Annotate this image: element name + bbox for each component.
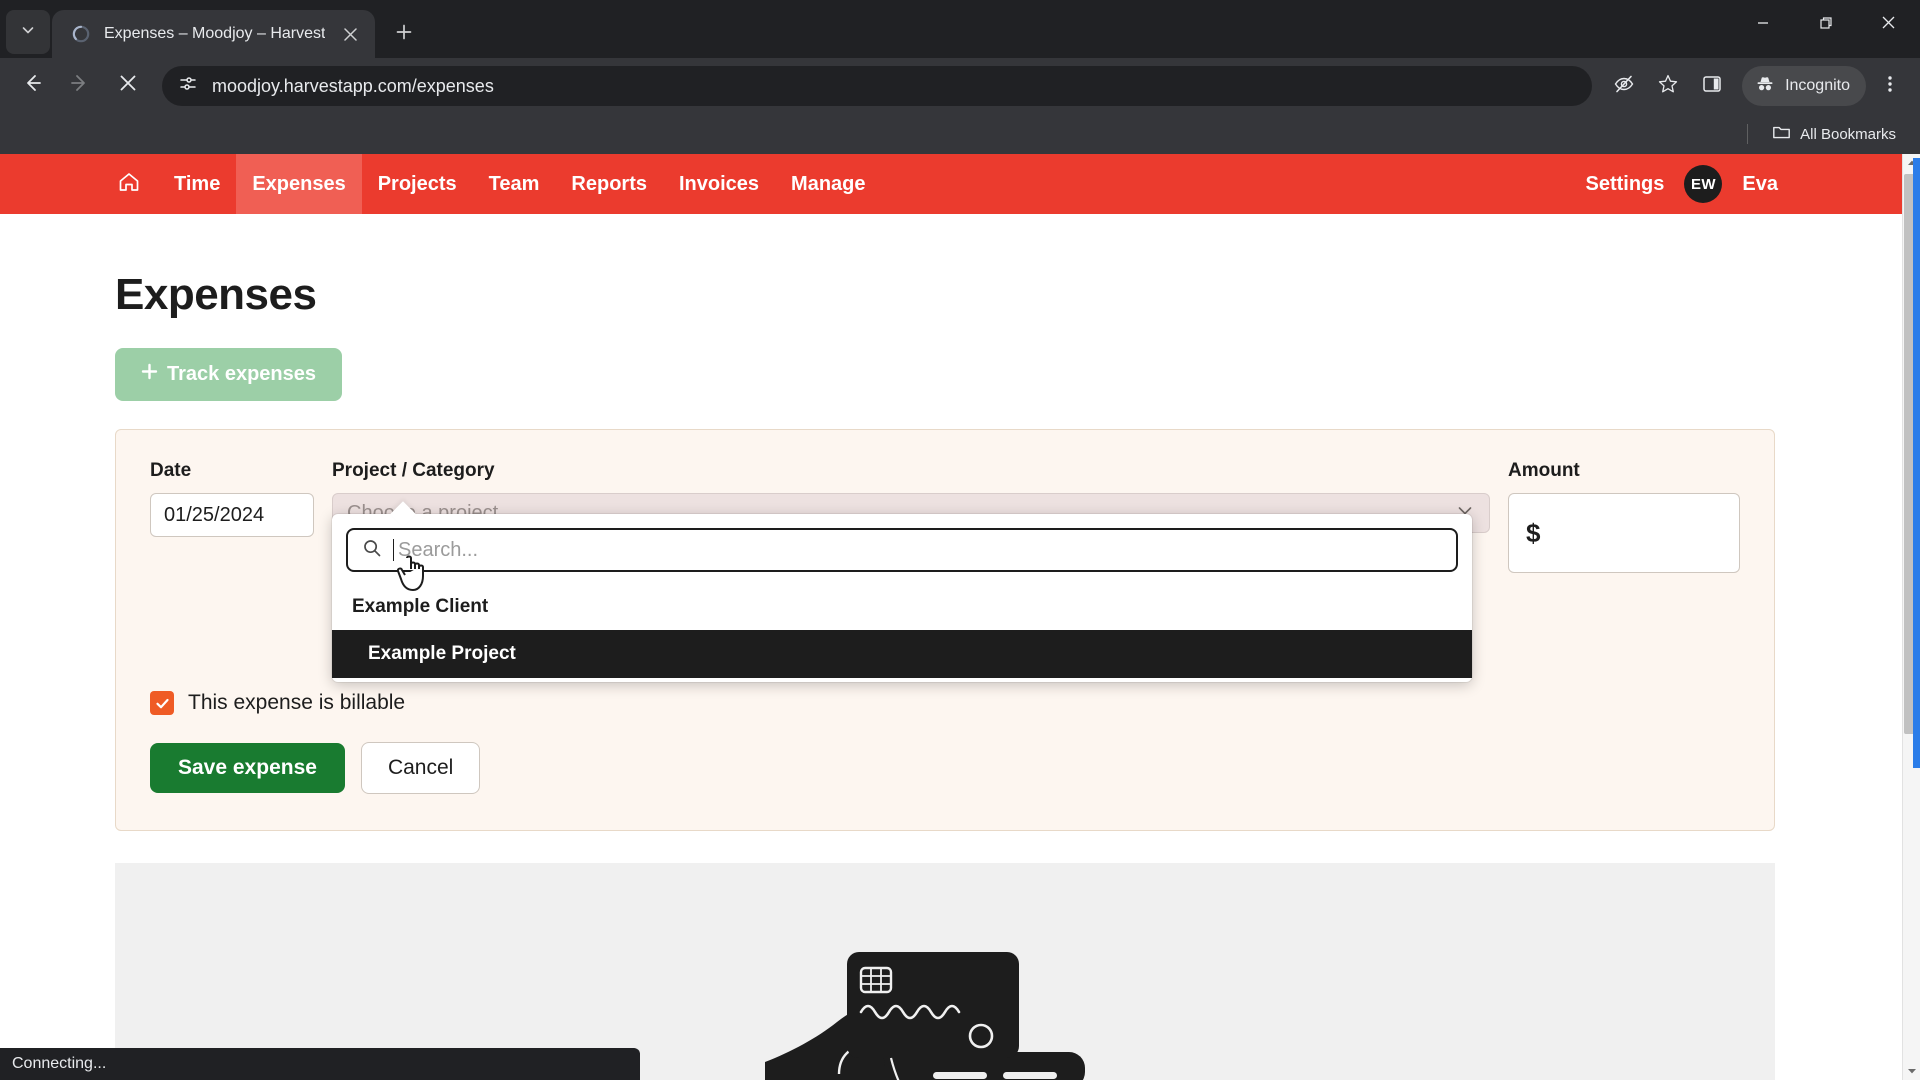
- loading-spinner-icon: [70, 23, 92, 45]
- status-bubble: Connecting...: [0, 1048, 640, 1080]
- tab-strip: Expenses – Moodjoy – Harvest: [0, 0, 1920, 58]
- tab-search-button[interactable]: [6, 10, 50, 54]
- track-expenses-label: Track expenses: [167, 363, 316, 385]
- page-content: Expenses Track expenses Date 01/25/2024: [0, 214, 1902, 1080]
- search-icon: [362, 538, 382, 563]
- harvest-app: Time Expenses Projects Team Reports Invo…: [0, 154, 1902, 1080]
- nav-settings-link[interactable]: Settings: [1584, 154, 1667, 214]
- close-icon[interactable]: [337, 21, 363, 47]
- page-viewport: Time Expenses Projects Team Reports Invo…: [0, 154, 1920, 1080]
- project-dropdown-panel: Search... Example Client Example Project: [332, 514, 1472, 682]
- nav-item-expenses[interactable]: Expenses: [236, 154, 362, 214]
- nav-item-time[interactable]: Time: [158, 154, 236, 214]
- dropdown-option-example-project[interactable]: Example Project: [332, 630, 1472, 678]
- amount-label: Amount: [1508, 460, 1580, 481]
- close-icon: [1881, 15, 1896, 35]
- bookmark-button[interactable]: [1648, 66, 1688, 106]
- cancel-button[interactable]: Cancel: [360, 742, 481, 794]
- expense-form-row: Date 01/25/2024 Project / Category Choos…: [150, 460, 1740, 682]
- window-controls: [1731, 0, 1920, 50]
- browser-toolbar: moodjoy.harvestapp.com/expenses Incognit…: [0, 58, 1920, 114]
- scrollbar-focus-ring: [1913, 158, 1920, 768]
- incognito-label: Incognito: [1785, 77, 1850, 94]
- search-placeholder: Search...: [398, 538, 479, 561]
- billable-label: This expense is billable: [188, 691, 406, 714]
- harvest-main-nav: Time Expenses Projects Team Reports Invo…: [0, 154, 1902, 214]
- nav-item-projects[interactable]: Projects: [362, 154, 473, 214]
- nav-right-section: Settings EW Eva: [1584, 154, 1781, 214]
- chevron-down-icon: [20, 22, 36, 43]
- new-tab-button[interactable]: [385, 15, 423, 53]
- star-icon: [1657, 73, 1679, 100]
- dropdown-group-label: Example Client: [352, 596, 489, 617]
- save-expense-button[interactable]: Save expense: [150, 743, 345, 793]
- incognito-hat-icon: [1754, 73, 1776, 100]
- three-dot-menu-icon: [1880, 74, 1900, 99]
- text-caret: [393, 539, 394, 561]
- stop-loading-button[interactable]: [106, 64, 150, 108]
- folder-icon: [1772, 123, 1791, 146]
- form-actions: Save expense Cancel: [150, 742, 1740, 794]
- all-bookmarks-label: All Bookmarks: [1800, 125, 1896, 143]
- address-bar[interactable]: moodjoy.harvestapp.com/expenses: [162, 66, 1593, 106]
- avatar[interactable]: EW: [1684, 165, 1723, 203]
- nav-home-button[interactable]: [108, 169, 150, 200]
- url-text: moodjoy.harvestapp.com/expenses: [212, 75, 494, 96]
- expense-form-card: Date 01/25/2024 Project / Category Choos…: [115, 429, 1775, 831]
- date-label: Date: [150, 460, 192, 481]
- restore-icon: [1819, 16, 1833, 35]
- side-panel-button[interactable]: [1692, 66, 1732, 106]
- page-settings-icon[interactable]: [178, 74, 198, 99]
- track-expenses-button[interactable]: Track expenses: [115, 348, 342, 401]
- home-icon: [116, 169, 142, 200]
- browser-window: Expenses – Moodjoy – Harvest moodjoy.har…: [0, 0, 1920, 1080]
- hand-holding-credit-card-illustration: [765, 934, 1125, 1080]
- billable-checkbox[interactable]: [150, 691, 174, 715]
- browser-tab[interactable]: Expenses – Moodjoy – Harvest: [52, 10, 376, 58]
- date-value: 01/25/2024: [164, 503, 265, 526]
- date-input[interactable]: 01/25/2024: [150, 493, 314, 537]
- amount-input[interactable]: $: [1508, 493, 1740, 573]
- project-field-group: Project / Category Choose a project... S…: [332, 460, 1490, 682]
- side-panel-icon: [1702, 74, 1722, 99]
- tracking-protection-button[interactable]: [1604, 66, 1644, 106]
- incognito-indicator[interactable]: Incognito: [1742, 66, 1866, 106]
- minimize-button[interactable]: [1731, 0, 1794, 50]
- bookmarks-separator: [1747, 124, 1749, 144]
- date-field-group: Date 01/25/2024: [150, 460, 314, 537]
- tab-title: Expenses – Moodjoy – Harvest: [104, 25, 326, 42]
- plus-icon: [141, 363, 158, 386]
- browser-menu-button[interactable]: [1870, 66, 1910, 106]
- back-button[interactable]: [10, 64, 54, 108]
- amount-field-group: Amount $: [1508, 460, 1740, 573]
- nav-user-name[interactable]: Eva: [1740, 154, 1780, 214]
- currency-symbol: $: [1526, 517, 1541, 548]
- nav-item-team[interactable]: Team: [473, 154, 556, 214]
- all-bookmarks-button[interactable]: All Bookmarks: [1764, 119, 1904, 150]
- forward-button[interactable]: [58, 64, 102, 108]
- close-window-button[interactable]: [1857, 0, 1920, 50]
- billable-checkbox-row[interactable]: This expense is billable: [150, 691, 1740, 715]
- back-arrow-icon: [21, 72, 43, 100]
- nav-item-reports[interactable]: Reports: [555, 154, 663, 214]
- scroll-down-arrow-icon[interactable]: [1903, 1062, 1920, 1080]
- stop-loading-icon: [119, 74, 137, 98]
- project-category-label: Project / Category: [332, 460, 495, 481]
- minimize-icon: [1756, 16, 1770, 35]
- nav-item-invoices[interactable]: Invoices: [663, 154, 775, 214]
- search-input[interactable]: Search...: [346, 528, 1458, 572]
- bookmarks-bar: All Bookmarks: [0, 114, 1920, 154]
- maximize-button[interactable]: [1794, 0, 1857, 50]
- forward-arrow-icon: [69, 72, 91, 100]
- dropdown-search-wrapper: Search...: [332, 528, 1472, 584]
- eye-slash-icon: [1613, 73, 1635, 100]
- plus-icon: [395, 20, 413, 48]
- page-title: Expenses: [115, 270, 317, 319]
- nav-item-manage[interactable]: Manage: [775, 154, 881, 214]
